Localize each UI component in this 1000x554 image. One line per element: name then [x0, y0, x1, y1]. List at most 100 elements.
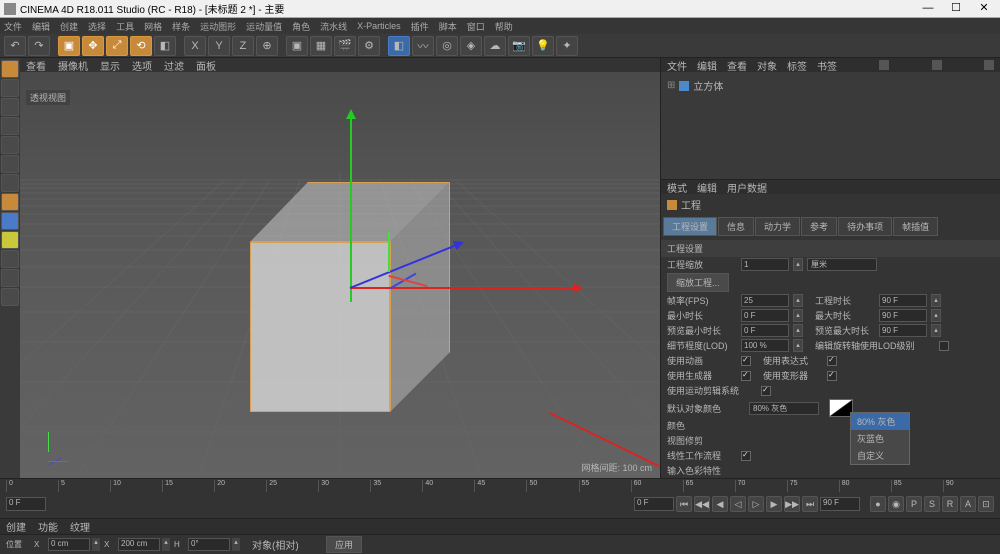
- snap-button[interactable]: [1, 231, 19, 249]
- color-option-custom[interactable]: 自定义: [851, 447, 909, 464]
- camera-button[interactable]: 📷: [508, 36, 530, 56]
- timeline-tick[interactable]: 55: [579, 480, 630, 492]
- status-func[interactable]: 功能: [38, 519, 58, 534]
- undo-button[interactable]: ↶: [4, 36, 26, 56]
- play-backward-button[interactable]: ◁: [730, 496, 746, 512]
- timeline-tick[interactable]: 10: [110, 480, 161, 492]
- timeline-tick[interactable]: 15: [162, 480, 213, 492]
- vp-menu-view[interactable]: 查看: [26, 58, 46, 73]
- stepper-icon[interactable]: ▴: [793, 309, 803, 322]
- timeline-tick[interactable]: 65: [683, 480, 734, 492]
- use-def-checkbox[interactable]: [827, 371, 837, 381]
- stepper-icon[interactable]: ▴: [931, 294, 941, 307]
- axis-x-icon[interactable]: [350, 287, 580, 289]
- menu-motion[interactable]: 运动量值: [246, 20, 282, 33]
- vis-button[interactable]: [1, 250, 19, 268]
- stepper-icon[interactable]: ▴: [793, 339, 803, 352]
- pmin-field[interactable]: 0 F: [741, 324, 789, 337]
- menu-edit[interactable]: 编辑: [32, 20, 50, 33]
- timeline-tick[interactable]: 85: [891, 480, 942, 492]
- timeline-tick[interactable]: 60: [631, 480, 682, 492]
- use-anim-checkbox[interactable]: [741, 356, 751, 366]
- render-settings-button[interactable]: ⚙: [358, 36, 380, 56]
- polygon-mode-button[interactable]: [1, 174, 19, 192]
- om-view[interactable]: 查看: [727, 58, 747, 73]
- model-mode-button[interactable]: [1, 79, 19, 97]
- menu-spline[interactable]: 样条: [172, 20, 190, 33]
- edge-mode-button[interactable]: [1, 155, 19, 173]
- light-button[interactable]: 💡: [532, 36, 554, 56]
- menu-help[interactable]: 帮助: [495, 20, 513, 33]
- stepper-icon[interactable]: ▴: [92, 538, 100, 551]
- menu-script[interactable]: 脚本: [439, 20, 457, 33]
- tab-interp[interactable]: 帧插值: [893, 217, 938, 236]
- vis2-button[interactable]: [1, 269, 19, 287]
- axis-y-icon[interactable]: [350, 112, 352, 302]
- vp-menu-filter[interactable]: 过滤: [164, 58, 184, 73]
- menu-select[interactable]: 选择: [88, 20, 106, 33]
- vp-menu-camera[interactable]: 摄像机: [58, 58, 88, 73]
- timeline-end-field[interactable]: 90 F: [820, 497, 860, 511]
- duration-field[interactable]: 90 F: [879, 294, 927, 307]
- axis-x-button[interactable]: X: [184, 36, 206, 56]
- timeline-current-field[interactable]: 0 F: [634, 497, 674, 511]
- timeline-tick[interactable]: 5: [58, 480, 109, 492]
- scale-unit-dropdown[interactable]: 厘米: [807, 258, 877, 271]
- color-option-bluegrey[interactable]: 灰蓝色: [851, 430, 909, 447]
- timeline-tick[interactable]: 75: [787, 480, 838, 492]
- am-edit[interactable]: 编辑: [697, 180, 717, 195]
- timeline-tick[interactable]: 40: [422, 480, 473, 492]
- autokey-button[interactable]: ◉: [888, 496, 904, 512]
- move-tool[interactable]: ✥: [82, 36, 104, 56]
- menu-tools[interactable]: 工具: [116, 20, 134, 33]
- use-mbs-checkbox[interactable]: [761, 386, 771, 396]
- stepper-icon[interactable]: ▴: [232, 538, 240, 551]
- next-frame-button[interactable]: ▶: [766, 496, 782, 512]
- stepper-icon[interactable]: ▴: [931, 324, 941, 337]
- menu-pipeline[interactable]: 流水线: [320, 20, 347, 33]
- key-s-button[interactable]: S: [924, 496, 940, 512]
- stepper-icon[interactable]: ▴: [793, 258, 803, 271]
- am-mode[interactable]: 模式: [667, 180, 687, 195]
- om-search-icon[interactable]: [879, 60, 889, 70]
- axis-z-button[interactable]: Z: [232, 36, 254, 56]
- timeline-tick[interactable]: 0: [6, 480, 57, 492]
- render-pv-button[interactable]: 🎬: [334, 36, 356, 56]
- maxtime-field[interactable]: 90 F: [879, 309, 927, 322]
- pmax-field[interactable]: 90 F: [879, 324, 927, 337]
- maximize-button[interactable]: ☐: [944, 2, 968, 16]
- tab-info[interactable]: 信息: [718, 217, 754, 236]
- fps-field[interactable]: 25: [741, 294, 789, 307]
- tab-dynamics[interactable]: 动力学: [755, 217, 800, 236]
- om-eye-icon[interactable]: [932, 60, 942, 70]
- key-p-button[interactable]: P: [906, 496, 922, 512]
- vp-menu-options[interactable]: 选项: [132, 58, 152, 73]
- make-editable-button[interactable]: [1, 60, 19, 78]
- object-item-cube[interactable]: ⊞ 立方体: [665, 76, 996, 95]
- stepper-icon[interactable]: ▴: [162, 538, 170, 551]
- key-a-button[interactable]: A: [960, 496, 976, 512]
- om-tags[interactable]: 标签: [787, 58, 807, 73]
- vis3-button[interactable]: [1, 288, 19, 306]
- status-tex[interactable]: 纹理: [70, 519, 90, 534]
- object-manager[interactable]: ⊞ 立方体: [661, 72, 1000, 180]
- xp-button[interactable]: ✦: [556, 36, 578, 56]
- viewport-3d[interactable]: 透视视图: [20, 72, 660, 478]
- am-userdata[interactable]: 用户数据: [727, 180, 767, 195]
- use-gen-checkbox[interactable]: [741, 371, 751, 381]
- menu-create[interactable]: 创建: [60, 20, 78, 33]
- close-button[interactable]: ✕: [972, 2, 996, 16]
- stepper-icon[interactable]: ▴: [793, 324, 803, 337]
- om-edit[interactable]: 编辑: [697, 58, 717, 73]
- use-expr-checkbox[interactable]: [827, 356, 837, 366]
- timeline-tick[interactable]: 45: [474, 480, 525, 492]
- coord-sys-button[interactable]: ⊕: [256, 36, 278, 56]
- environment-button[interactable]: ☁: [484, 36, 506, 56]
- vp-menu-panel[interactable]: 面板: [196, 58, 216, 73]
- timeline-tick[interactable]: 25: [266, 480, 317, 492]
- apply-button[interactable]: 应用: [326, 536, 362, 553]
- timeline-tick[interactable]: 90: [943, 480, 994, 492]
- axis-mode-button[interactable]: [1, 193, 19, 211]
- lod2-checkbox[interactable]: [939, 341, 949, 351]
- axis-y-button[interactable]: Y: [208, 36, 230, 56]
